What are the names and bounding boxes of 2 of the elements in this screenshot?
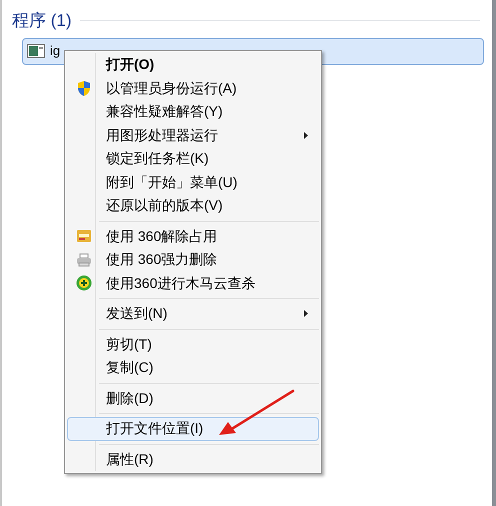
program-name: ig [50, 42, 60, 60]
group-title: 程序 (1) [12, 10, 72, 32]
